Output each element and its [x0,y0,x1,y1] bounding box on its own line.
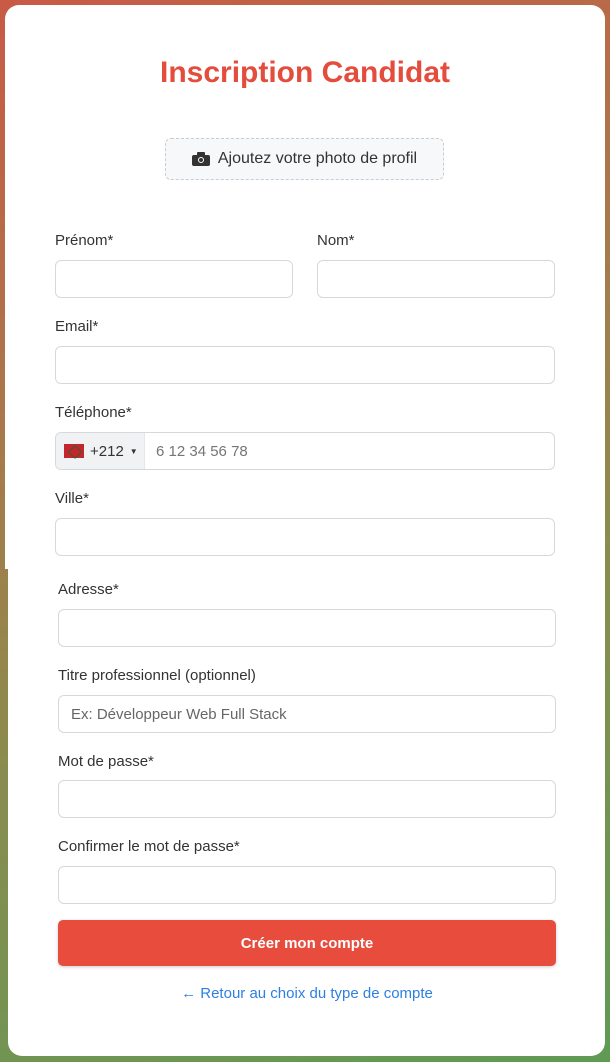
nom-input[interactable] [317,260,555,298]
create-account-button[interactable]: Créer mon compte [58,920,556,966]
add-photo-label: Ajoutez votre photo de profil [217,150,418,167]
password-label: Mot de passe* [58,753,154,770]
add-profile-photo-button[interactable]: Ajoutez votre photo de profil [165,138,444,180]
ville-input[interactable] [55,518,555,556]
prenom-input[interactable] [55,260,293,298]
telephone-label: Téléphone* [55,404,132,421]
morocco-flag-icon [64,444,84,458]
password-confirm-input[interactable] [58,866,556,904]
country-code-dropdown[interactable]: +212 ▼ [56,433,145,469]
camera-icon [191,152,210,166]
adresse-input[interactable] [58,609,556,647]
chevron-down-icon: ▼ [129,446,138,456]
nom-label: Nom* [317,232,355,249]
titre-input[interactable] [58,695,556,733]
ville-label: Ville* [55,490,89,507]
page-title: Inscription Candidat [159,56,450,89]
prenom-label: Prénom* [55,232,114,249]
email-input[interactable] [55,346,555,384]
telephone-input[interactable] [145,433,554,469]
email-label: Email* [55,318,99,335]
titre-label: Titre professionnel (optionnel) [58,667,256,684]
password-confirm-label: Confirmer le mot de passe* [58,838,240,855]
adresse-label: Adresse* [58,581,119,598]
country-code: +212 [90,442,124,460]
back-to-account-type-link[interactable]: ← Retour au choix du type de compte [0,985,610,1002]
password-input[interactable] [58,780,556,818]
telephone-field: +212 ▼ [55,432,555,470]
